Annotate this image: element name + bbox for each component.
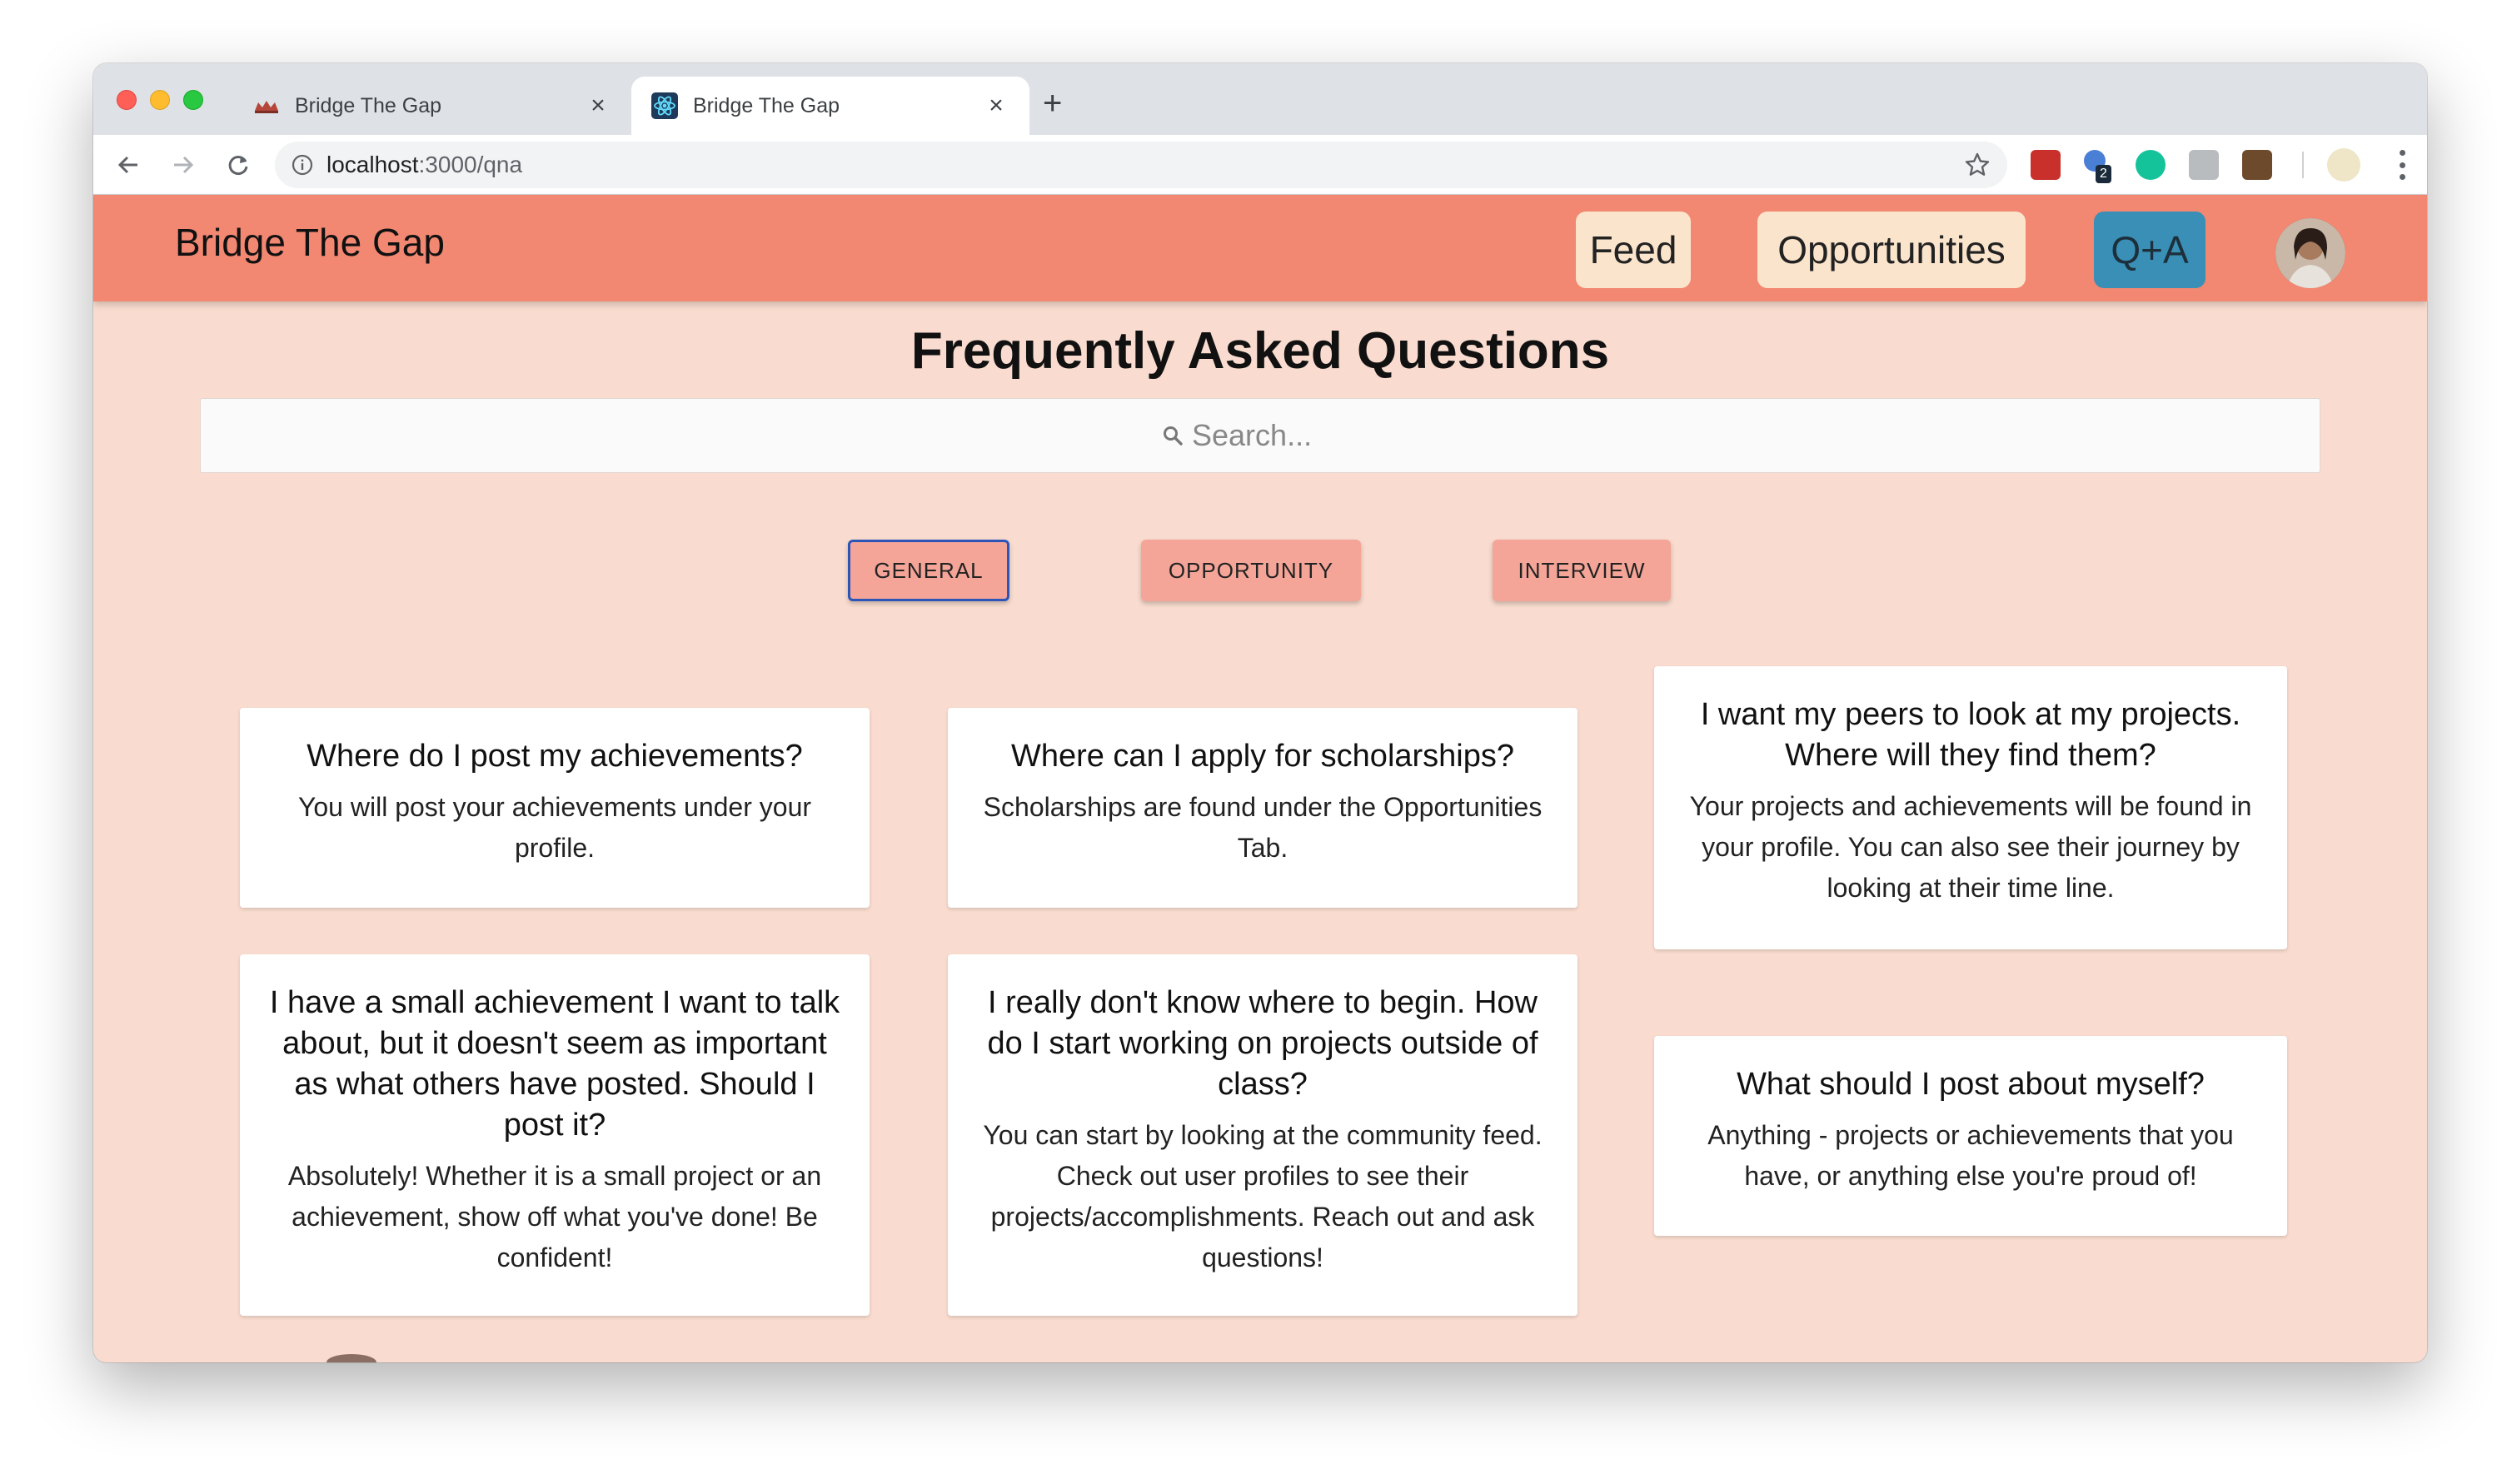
browser-tab-1[interactable]: Bridge The Gap × <box>233 77 631 135</box>
faq-question: Where can I apply for scholarships? <box>1010 739 1515 774</box>
menu-icon[interactable] <box>2397 150 2407 180</box>
profile-icon[interactable] <box>2327 148 2360 182</box>
category-opportunity-button[interactable]: OPPORTUNITY <box>1141 540 1361 601</box>
crown-icon <box>253 92 280 119</box>
faq-question: I really don't know where to begin. How … <box>987 985 1538 1102</box>
extension-icon[interactable] <box>2189 150 2219 180</box>
toolbar-divider <box>2302 152 2304 178</box>
faq-card: I really don't know where to begin. How … <box>948 954 1577 1316</box>
faq-card: I want my peers to look at my projects. … <box>1654 666 2287 949</box>
app-header: Bridge The Gap Feed Opportunities Q+A <box>93 195 2427 301</box>
url-host: localhost <box>326 152 419 177</box>
url-path: :3000/qna <box>418 152 523 177</box>
reload-icon[interactable] <box>220 147 257 183</box>
info-icon[interactable] <box>292 154 313 176</box>
category-interview-button[interactable]: INTERVIEW <box>1493 540 1671 601</box>
brand-title[interactable]: Bridge The Gap <box>175 220 445 265</box>
page-title: Frequently Asked Questions <box>910 322 1610 380</box>
close-window-button[interactable] <box>117 90 137 110</box>
faq-answer: Scholarships are found under the Opportu… <box>983 792 1543 863</box>
grammarly-icon[interactable] <box>2136 150 2166 180</box>
search-bar[interactable] <box>200 398 2320 473</box>
tab-title: Bridge The Gap <box>693 93 840 117</box>
search-icon <box>1162 425 1184 446</box>
category-general-button[interactable]: GENERAL <box>848 540 1009 601</box>
browser-tab-2[interactable]: Bridge The Gap × <box>631 77 1029 135</box>
tab-title: Bridge The Gap <box>295 93 442 117</box>
faq-card: I have a small achievement I want to tal… <box>240 954 870 1316</box>
faq-question: Where do I post my achievements? <box>307 739 803 774</box>
maximize-window-button[interactable] <box>183 90 203 110</box>
nav-opportunities-button[interactable]: Opportunities <box>1757 212 2026 288</box>
faq-card: Where can I apply for scholarships? Scho… <box>948 708 1577 908</box>
browser-window: Bridge The Gap × Bridge The Gap × + loca… <box>93 63 2427 1362</box>
nav-feed-button[interactable]: Feed <box>1576 212 1691 288</box>
tab-strip: Bridge The Gap × Bridge The Gap × + <box>93 63 2427 135</box>
forward-arrow-icon[interactable] <box>165 147 202 183</box>
faq-answer: Anything - projects or achievements that… <box>1707 1120 2234 1191</box>
nav-qna-button[interactable]: Q+A <box>2094 212 2205 288</box>
faq-question: I want my peers to look at my projects. … <box>1700 697 2241 773</box>
avatar[interactable] <box>2275 218 2345 288</box>
star-icon[interactable] <box>1964 152 1991 182</box>
minimize-window-button[interactable] <box>150 90 170 110</box>
faq-answer: Absolutely! Whether it is a small projec… <box>287 1161 822 1272</box>
search-input[interactable] <box>1192 418 1358 453</box>
faq-answer: You will post your achievements under yo… <box>297 792 812 863</box>
faq-answer: Your projects and achievements will be f… <box>1689 791 2252 903</box>
close-icon[interactable]: × <box>983 92 1009 119</box>
browser-toolbar: localhost:3000/qna 2 <box>93 135 2427 195</box>
extension-badge: 2 <box>2096 165 2111 183</box>
close-icon[interactable]: × <box>585 92 611 119</box>
faq-card: What should I post about myself? Anythin… <box>1654 1036 2287 1236</box>
extension-icon[interactable] <box>2242 150 2272 180</box>
extension-icon[interactable] <box>2031 150 2061 180</box>
faq-answer: You can start by looking at the communit… <box>983 1120 1543 1272</box>
partial-avatar <box>326 1354 376 1362</box>
react-atom-icon <box>651 92 678 119</box>
faq-question: What should I post about myself? <box>1737 1067 2205 1102</box>
back-arrow-icon[interactable] <box>110 147 147 183</box>
address-bar[interactable]: localhost:3000/qna <box>275 142 2007 188</box>
faq-card: Where do I post my achievements? You wil… <box>240 708 870 908</box>
new-tab-button[interactable]: + <box>1043 87 1062 120</box>
faq-question: I have a small achievement I want to tal… <box>269 985 840 1143</box>
